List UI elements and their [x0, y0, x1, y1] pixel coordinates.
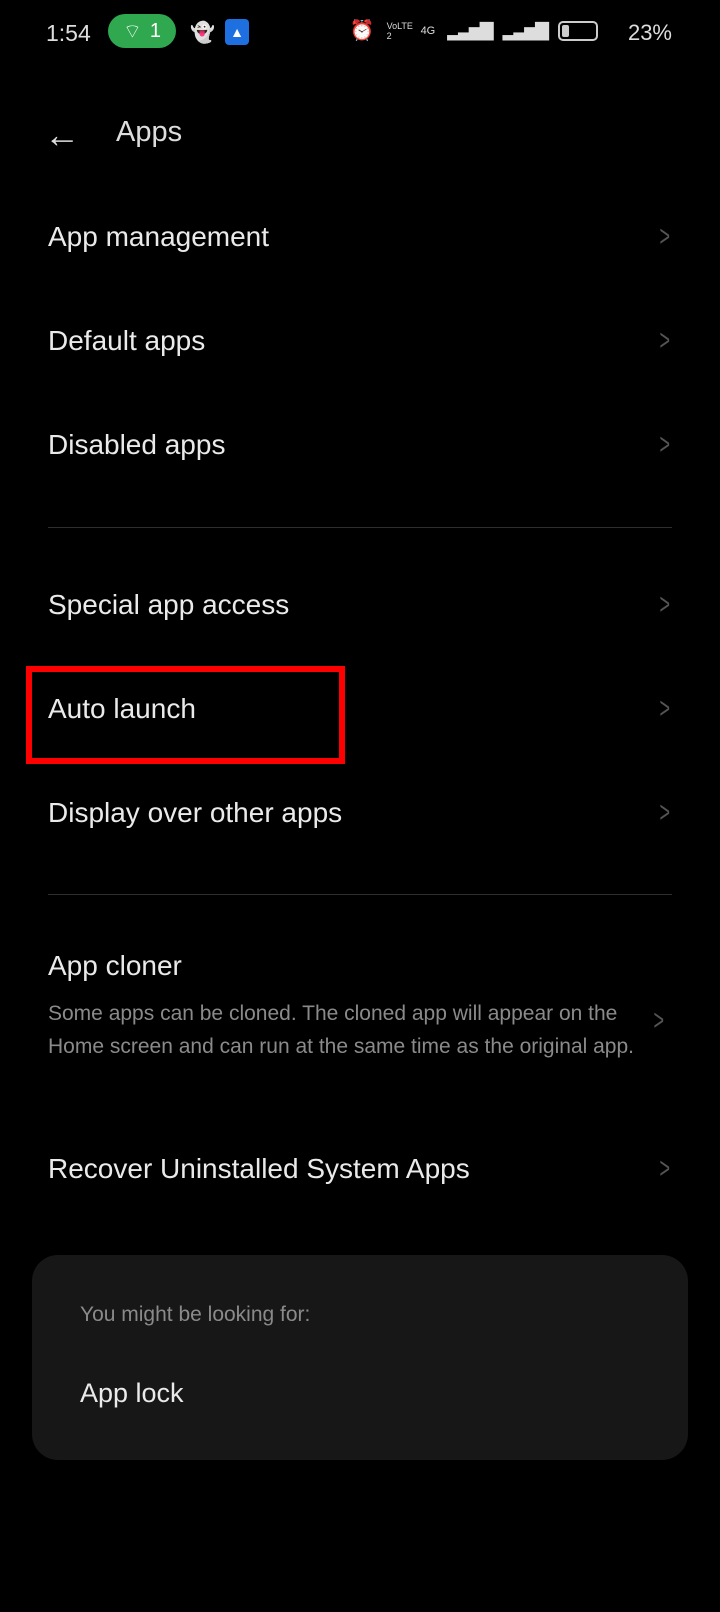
menu-item-display-over-other-apps[interactable]: Display over other apps > — [48, 796, 674, 830]
battery-icon — [558, 20, 598, 41]
chevron-right-icon: > — [659, 1152, 671, 1185]
battery-percent: 23% — [627, 20, 672, 45]
chevron-right-icon: > — [659, 220, 671, 253]
menu-item-default-apps[interactable]: Default apps > — [48, 324, 674, 358]
menu-item-app-management[interactable]: App management > — [48, 220, 674, 254]
signal-icon: ▂▃▅▇ — [447, 20, 493, 40]
hotspot-icon: ⌔ — [123, 20, 142, 43]
status-bar: 1:54 ⌔ 1 👻 ▲ ⏰ VoLTE 2 4G ▂▃▅▇ ▂▃▅▇ 23% — [0, 0, 720, 66]
highlight-box — [26, 666, 345, 764]
page-title: Apps — [116, 116, 183, 148]
chevron-right-icon: > — [653, 1004, 665, 1037]
menu-item-disabled-apps[interactable]: Disabled apps > — [48, 428, 674, 462]
divider — [48, 527, 672, 528]
volte-icon: VoLTE 2 — [386, 20, 413, 41]
chevron-right-icon: > — [659, 692, 671, 725]
chevron-right-icon: > — [659, 796, 671, 829]
arrow-left-icon[interactable]: ← — [44, 114, 80, 156]
snapchat-icon: 👻 — [190, 22, 215, 44]
menu-item-special-app-access[interactable]: Special app access > — [48, 588, 674, 622]
chevron-right-icon: > — [659, 428, 671, 461]
suggestions-card — [32, 1255, 688, 1460]
app-cloner-description: Some apps can be cloned. The cloned app … — [48, 1002, 634, 1058]
chevron-right-icon: > — [659, 324, 671, 357]
status-time: 1:54 — [46, 20, 91, 46]
status-icons: ⏰ VoLTE 2 4G ▂▃▅▇ ▂▃▅▇ — [350, 18, 598, 43]
alarm-icon: ⏰ — [349, 20, 375, 42]
menu-item-app-cloner[interactable]: App cloner — [48, 950, 674, 982]
chevron-right-icon: > — [659, 588, 671, 621]
suggestions-heading: You might be looking for: — [80, 1303, 311, 1326]
network-type: 4G — [420, 24, 436, 37]
signal-icon-2: ▂▃▅▇ — [502, 20, 549, 40]
hotspot-indicator: ⌔ 1 — [108, 14, 176, 48]
android-icon: ▲ — [225, 19, 249, 45]
suggestion-app-lock[interactable]: App lock — [80, 1378, 184, 1409]
menu-item-recover-system-apps[interactable]: Recover Uninstalled System Apps > — [48, 1152, 674, 1186]
divider — [48, 894, 672, 895]
